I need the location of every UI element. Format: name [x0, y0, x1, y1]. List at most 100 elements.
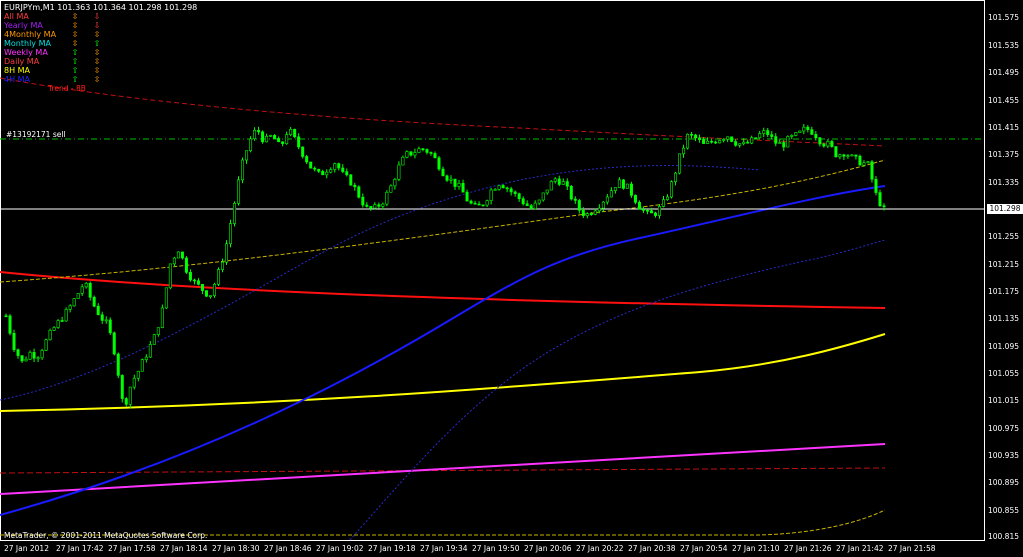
candle-body	[770, 134, 774, 137]
candle-body	[357, 186, 361, 198]
candle-body	[220, 261, 224, 270]
legend-row: Monthly MA ⇳ ⇧	[4, 39, 108, 48]
candle-body	[100, 314, 104, 321]
candle-body	[882, 205, 886, 208]
time-tick-label: 27 Jan 18:14	[160, 544, 208, 553]
arrow-up-icon: ⇧	[71, 75, 79, 84]
candle-body	[505, 187, 509, 190]
candle-body	[441, 168, 445, 177]
candle-body	[694, 134, 698, 139]
candle-body	[325, 171, 329, 176]
candle-body	[269, 135, 273, 137]
candle-body	[706, 140, 710, 144]
time-tick-label: 27 Jan 20:06	[524, 544, 572, 553]
candle-body	[666, 196, 670, 200]
price-chart[interactable]	[0, 0, 1023, 557]
candle-body	[337, 163, 341, 169]
candle-body	[457, 183, 461, 187]
candle-body	[822, 143, 826, 147]
legend-ma-name: Yearly MA	[4, 21, 43, 30]
candle-body	[64, 309, 68, 322]
candle-body	[814, 134, 818, 139]
time-tick-label: 27 Jan 19:02	[316, 544, 364, 553]
candle-body	[686, 133, 690, 149]
candle-body	[698, 137, 702, 140]
candle-body	[293, 129, 297, 138]
candle-body	[413, 152, 417, 156]
price-tick-label: 101.255	[987, 232, 1019, 241]
candle-body	[485, 200, 489, 206]
candle-body	[188, 272, 192, 281]
price-tick-label: 101.335	[987, 178, 1019, 187]
candle-body	[140, 359, 144, 372]
candle-body	[449, 178, 453, 181]
candle-body	[670, 181, 674, 198]
copyright-text: MetaTrader, © 2001-2011 MetaQuotes Softw…	[4, 531, 208, 540]
candle-body	[365, 204, 369, 207]
candle-body	[537, 199, 541, 204]
time-tick-label: 27 Jan 20:38	[628, 544, 676, 553]
arrow-neutral-icon: ⇳	[71, 12, 79, 21]
candle-body	[601, 201, 605, 209]
candle-body	[625, 183, 629, 189]
candle-body	[842, 154, 846, 157]
candle-body	[461, 183, 465, 193]
arrow-up-icon: ⇧	[71, 57, 79, 66]
candle-body	[389, 185, 393, 193]
candle-body	[176, 251, 180, 259]
candle-body	[621, 179, 625, 189]
candle-body	[581, 210, 585, 217]
candle-body	[661, 199, 665, 207]
candle-body	[633, 195, 637, 203]
candle-body	[794, 132, 798, 136]
candle-body	[786, 136, 790, 148]
candle-body	[533, 202, 537, 210]
candle-body	[216, 269, 220, 285]
time-tick-label: 27 Jan 19:34	[420, 544, 468, 553]
candle-body	[80, 286, 84, 294]
candle-body	[160, 307, 164, 328]
candle-body	[726, 136, 730, 140]
candle-body	[469, 200, 473, 204]
candle-body	[437, 157, 441, 170]
arrow-neutral-icon: ⇳	[93, 66, 101, 75]
candle-body	[88, 282, 92, 298]
candle-body	[585, 213, 589, 217]
legend-ma-name: 4Monthly MA	[4, 30, 57, 39]
candle-body	[493, 189, 497, 191]
candle-body	[730, 136, 734, 142]
price-axis[interactable]: 101.575 101.535 101.495 101.455 101.415 101.3…	[985, 0, 1023, 541]
candle-body	[385, 191, 389, 205]
candle-body	[549, 181, 553, 191]
candle-body	[714, 141, 718, 144]
arrow-neutral-icon: ⇳	[71, 30, 79, 39]
candle-body	[317, 168, 321, 172]
arrow-up-icon: ⇧	[71, 66, 79, 75]
price-tick-label: 101.135	[987, 314, 1019, 323]
open-value: 101.363	[57, 3, 91, 12]
time-tick-label: 27 Jan 18:30	[212, 544, 260, 553]
candle-body	[401, 156, 405, 166]
candle-body	[417, 148, 421, 153]
candle-body	[529, 205, 533, 210]
candle-body	[353, 184, 357, 188]
price-tick-label: 100.855	[987, 506, 1019, 515]
candle-body	[192, 279, 196, 282]
candle-body	[854, 154, 858, 157]
candle-body	[12, 332, 16, 351]
candle-body	[645, 210, 649, 212]
candle-body	[593, 210, 597, 215]
price-tick-label: 100.895	[987, 478, 1019, 487]
candle-body	[245, 150, 249, 161]
chart-window[interactable]: EURJPYm,M1 101.363 101.364 101.298 101.2…	[0, 0, 1023, 557]
moving-averages	[0, 77, 886, 541]
candle-body	[597, 207, 601, 212]
candle-body	[830, 141, 834, 147]
candle-body	[341, 167, 345, 172]
time-tick-label: 27 Jan 20:22	[576, 544, 624, 553]
candle-body	[305, 156, 309, 163]
candle-body	[433, 153, 437, 159]
close-value: 101.298	[164, 3, 198, 12]
candle-body	[281, 141, 285, 144]
candle-body	[112, 332, 116, 355]
